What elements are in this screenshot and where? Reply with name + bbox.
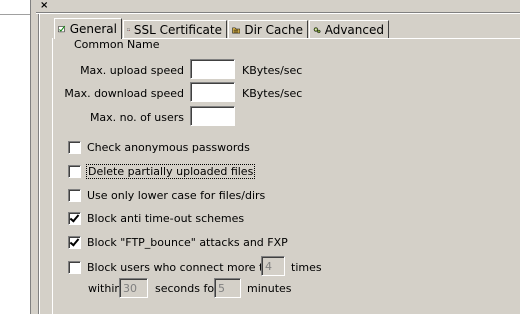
check-anon-passwords-label: Check anonymous passwords [87, 140, 250, 154]
download-unit-label: KBytes/sec [242, 87, 303, 100]
seconds-for-label: seconds for [155, 282, 219, 295]
within-label: within [88, 282, 122, 295]
lower-case-label: Use only lower case for files/dirs [87, 188, 266, 202]
anti-timeout-row[interactable]: Block anti time-out schemes [68, 211, 244, 225]
splitter-highlight [39, 14, 40, 314]
max-download-label: Max. download speed [64, 87, 184, 100]
tab-ssl-certificate[interactable]: SSL Certificate [123, 20, 227, 38]
lower-case-checkbox[interactable] [68, 188, 81, 202]
dir-cache-icon [232, 27, 241, 33]
certificate-icon [127, 28, 130, 31]
block-minutes-field[interactable] [214, 278, 241, 298]
title-divider-highlight [36, 13, 520, 14]
block-users-checkbox[interactable] [68, 260, 81, 274]
left-pane-divider [0, 14, 30, 15]
anti-timeout-checkbox[interactable] [68, 211, 81, 225]
check-anon-passwords-checkbox[interactable] [68, 140, 81, 154]
close-icon[interactable]: × [40, 0, 48, 12]
max-upload-field[interactable] [190, 59, 235, 79]
tab-label: Dir Cache [244, 22, 303, 37]
max-upload-label: Max. upload speed [80, 64, 184, 77]
check-anon-passwords-row[interactable]: Check anonymous passwords [68, 140, 250, 154]
delete-partial-row[interactable]: Delete partially uploaded files [68, 163, 256, 179]
tab-advanced[interactable]: Advanced [309, 20, 389, 38]
times-label: times [291, 261, 322, 274]
block-users-label: Block users who connect more than [87, 260, 284, 274]
tab-label: General [69, 22, 117, 36]
anti-timeout-label: Block anti time-out schemes [87, 211, 245, 225]
connect-times-field[interactable] [261, 256, 285, 276]
tab-general[interactable]: General [54, 18, 122, 39]
upload-unit-label: KBytes/sec [242, 64, 303, 77]
tab-dir-cache[interactable]: Dir Cache [228, 20, 308, 38]
minutes-label: minutes [247, 282, 292, 295]
max-users-field[interactable] [190, 106, 235, 126]
tab-panel-left-border [52, 38, 53, 314]
within-seconds-field[interactable] [119, 278, 148, 298]
max-users-label: Max. no. of users [89, 111, 184, 124]
ftp-bounce-row[interactable]: Block "FTP_bounce" attacks and FXP [68, 235, 288, 249]
tab-label: Advanced [324, 22, 384, 37]
left-tree-pane[interactable] [0, 0, 31, 314]
max-download-field[interactable] [190, 82, 235, 102]
advanced-gear-icon [313, 26, 321, 33]
ftp-bounce-checkbox[interactable] [68, 235, 81, 249]
delete-partial-checkbox[interactable] [68, 164, 81, 178]
lower-case-row[interactable]: Use only lower case for files/dirs [68, 188, 265, 202]
ftp-bounce-label: Block "FTP_bounce" attacks and FXP [87, 235, 288, 249]
delete-partial-label: Delete partially uploaded files [85, 163, 256, 179]
general-check-icon [58, 25, 66, 33]
common-name-label: Common Name [74, 38, 160, 51]
block-users-row[interactable]: Block users who connect more than [68, 260, 284, 274]
tab-label: SSL Certificate [133, 22, 222, 37]
